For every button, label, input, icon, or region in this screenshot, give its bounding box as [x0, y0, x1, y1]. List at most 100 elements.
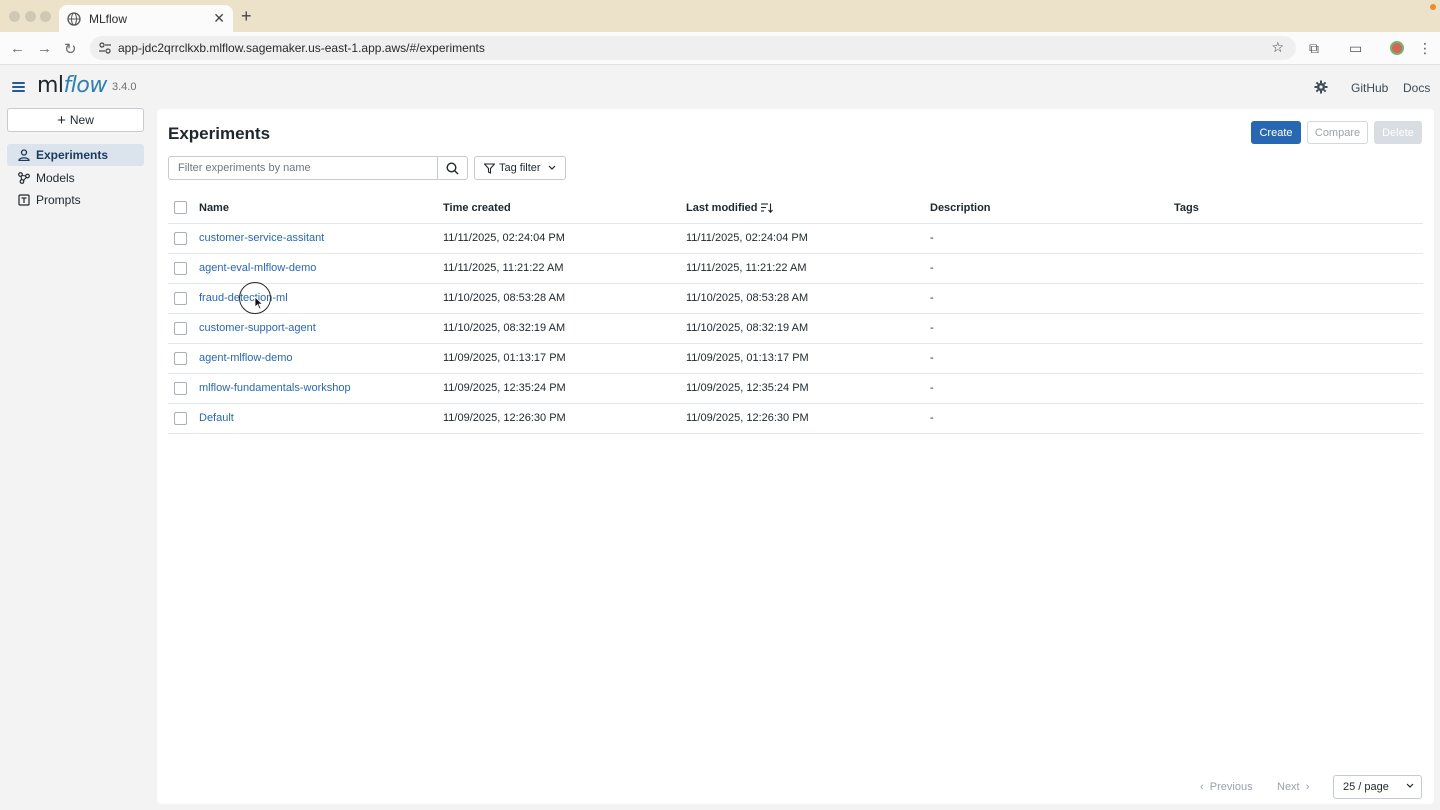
docs-link[interactable]: Docs [1403, 81, 1430, 95]
time-created-cell: 11/10/2025, 08:32:19 AM [443, 313, 686, 344]
row-checkbox[interactable] [174, 351, 187, 365]
url-text: app-jdc2qrrclkxb.mlflow.sagemaker.us-eas… [118, 41, 485, 55]
extensions-icon[interactable]: ⧉ [1309, 40, 1319, 57]
new-button-label: New [69, 113, 94, 127]
window-close-dot[interactable] [9, 11, 20, 22]
app-header: mlflow 3.4.0 GitHub Docs [0, 66, 1440, 108]
mlflow-logo[interactable]: mlflow [37, 73, 107, 98]
browser-tab-bar: MLflow ✕ + [0, 0, 1440, 32]
tags-cell [1174, 343, 1423, 374]
sidebar-item-models[interactable]: Models [7, 167, 144, 189]
user-icon [18, 149, 30, 161]
last-modified-cell: 11/09/2025, 01:13:17 PM [686, 343, 930, 374]
table-row: customer-support-agent 11/10/2025, 08:32:… [168, 313, 1423, 344]
experiment-name-cell: mlflow-fundamentals-workshop [199, 373, 443, 404]
bookmark-star-icon[interactable]: ☆ [1271, 39, 1284, 56]
last-modified-cell: 11/11/2025, 11:21:22 AM [686, 253, 930, 284]
browser-tab[interactable]: MLflow ✕ [59, 5, 233, 32]
sort-descending-icon[interactable] [760, 203, 773, 213]
window-zoom-dot[interactable] [40, 11, 51, 22]
experiment-name-link[interactable]: mlflow-fundamentals-workshop [199, 382, 351, 394]
table-row: Default 11/09/2025, 12:26:30 PM 11/09/2025… [168, 403, 1423, 434]
page-size-value: 25 / page [1343, 781, 1389, 793]
select-all-checkbox[interactable] [174, 201, 187, 215]
github-link[interactable]: GitHub [1351, 81, 1388, 95]
row-checkbox[interactable] [174, 381, 187, 395]
row-checkbox[interactable] [174, 291, 187, 305]
experiment-name-link[interactable]: agent-eval-mlflow-demo [199, 262, 316, 274]
forward-icon[interactable]: → [37, 40, 52, 57]
page-size-select[interactable]: 25 / page [1333, 775, 1422, 799]
time-created-cell: 11/09/2025, 12:26:30 PM [443, 403, 686, 434]
window-minimize-dot[interactable] [25, 11, 36, 22]
experiments-table: Name Time created Last modified Descript… [168, 193, 1423, 434]
experiment-name-cell: customer-service-assitant [199, 223, 443, 254]
row-select-cell [168, 223, 199, 254]
column-header-name[interactable]: Name [199, 193, 443, 224]
compare-button[interactable]: Compare [1307, 121, 1368, 144]
sidebar-item-experiments[interactable]: Experiments [7, 144, 144, 166]
chevron-down-icon [1406, 783, 1414, 788]
pagination-next[interactable]: Next › [1277, 781, 1309, 793]
row-checkbox[interactable] [174, 411, 187, 425]
browser-menu-icon[interactable]: ⋮ [1418, 40, 1432, 57]
description-cell: - [930, 223, 1174, 254]
row-checkbox[interactable] [174, 321, 187, 335]
experiment-name-link[interactable]: fraud-detection-ml [199, 292, 288, 304]
tags-cell [1174, 283, 1423, 314]
site-settings-icon[interactable] [98, 41, 112, 55]
sidebar-item-label: Experiments [36, 148, 109, 162]
media-icon[interactable]: ▭ [1349, 40, 1362, 57]
reload-icon[interactable]: ↻ [64, 40, 77, 58]
page-title: Experiments [168, 124, 271, 143]
column-header-time-created[interactable]: Time created [443, 193, 686, 224]
models-icon [18, 172, 30, 184]
profile-avatar[interactable] [1390, 41, 1404, 55]
experiment-name-link[interactable]: customer-service-assitant [199, 232, 324, 244]
create-button[interactable]: Create [1251, 121, 1301, 144]
experiment-name-link[interactable]: customer-support-agent [199, 322, 316, 334]
last-modified-cell: 11/11/2025, 02:24:04 PM [686, 223, 930, 254]
pagination-previous[interactable]: ‹ Previous [1200, 781, 1253, 793]
row-select-cell [168, 343, 199, 374]
time-created-cell: 11/10/2025, 08:53:28 AM [443, 283, 686, 314]
experiment-name-cell: Default [199, 403, 443, 434]
tags-cell [1174, 403, 1423, 434]
experiment-name-link[interactable]: agent-mlflow-demo [199, 352, 293, 364]
description-cell: - [930, 313, 1174, 344]
browser-address-bar: ← → ↻ app-jdc2qrrclkxb.mlflow.sagemaker.… [0, 32, 1440, 65]
row-checkbox[interactable] [174, 231, 187, 245]
back-icon[interactable]: ← [10, 40, 25, 57]
chevron-down-icon [548, 165, 556, 170]
tab-close-icon[interactable]: ✕ [213, 10, 225, 27]
row-select-cell [168, 313, 199, 344]
time-created-cell: 11/11/2025, 11:21:22 AM [443, 253, 686, 284]
tag-filter-dropdown[interactable]: Tag filter [474, 156, 566, 180]
sidebar-item-label: Prompts [36, 193, 81, 207]
experiment-name-link[interactable]: Default [199, 412, 234, 424]
theme-settings-icon[interactable] [1314, 80, 1328, 94]
row-checkbox[interactable] [174, 261, 187, 275]
table-row: fraud-detection-ml 11/10/2025, 08:53:28 A… [168, 283, 1423, 314]
omnibox[interactable]: app-jdc2qrrclkxb.mlflow.sagemaker.us-eas… [90, 36, 1296, 60]
column-header-last-modified[interactable]: Last modified [686, 193, 930, 224]
tag-filter-label: Tag filter [499, 162, 541, 174]
tags-cell [1174, 313, 1423, 344]
delete-button[interactable]: Delete [1374, 121, 1422, 144]
new-button[interactable]: + New [7, 108, 144, 132]
filter-experiments-input[interactable] [168, 156, 438, 180]
globe-icon [67, 11, 81, 26]
new-tab-icon[interactable]: + [241, 6, 252, 27]
experiment-name-cell: customer-support-agent [199, 313, 443, 344]
description-cell: - [930, 283, 1174, 314]
hamburger-menu-icon[interactable] [12, 82, 25, 92]
select-all-cell [168, 193, 199, 224]
sidebar-item-prompts[interactable]: Prompts [7, 189, 144, 211]
main-panel: Experiments Create Compare Delete Tag fi… [157, 109, 1434, 804]
table-row: agent-mlflow-demo 11/09/2025, 01:13:17 PM… [168, 343, 1423, 374]
tab-title: MLflow [89, 11, 128, 26]
search-button[interactable] [437, 156, 468, 180]
notification-dot [1430, 4, 1436, 10]
table-header-row: Name Time created Last modified Descript… [168, 193, 1423, 224]
table-row: customer-service-assitant 11/11/2025, 02:… [168, 223, 1423, 254]
